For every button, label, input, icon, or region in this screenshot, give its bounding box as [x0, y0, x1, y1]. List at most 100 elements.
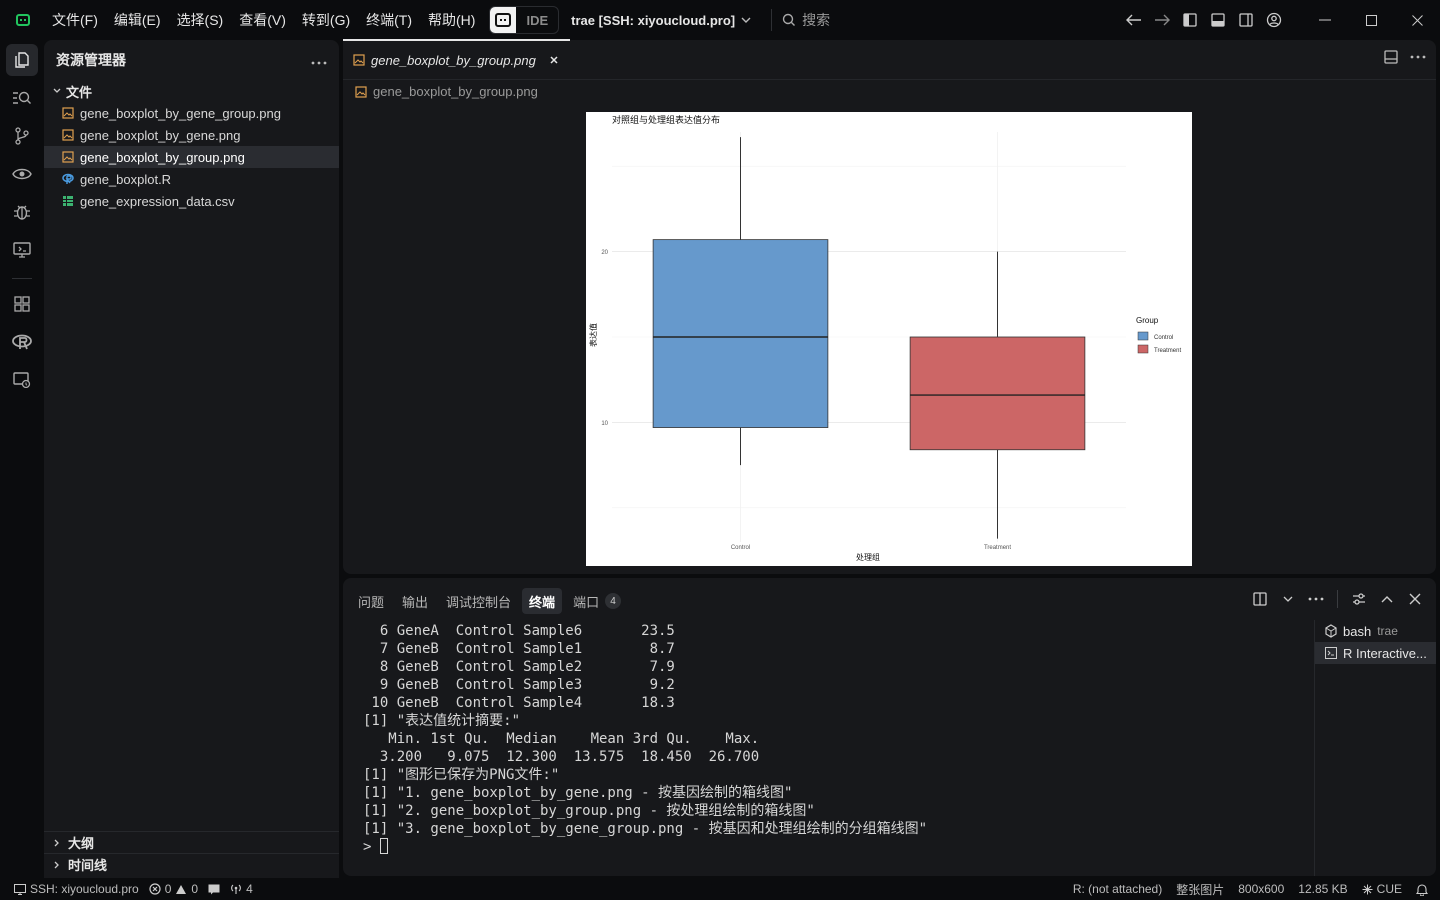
back-arrow-icon[interactable]	[1120, 6, 1148, 34]
file-name: gene_boxplot.R	[80, 171, 172, 187]
title-actions	[1120, 0, 1440, 40]
panel-tabs: 问题 输出 调试控制台 终端 端口 4	[351, 588, 628, 614]
ide-mode-toggle[interactable]: IDE	[489, 6, 560, 34]
terminal-line: 3.200 9.075 12.300 13.575 18.450 26.700	[363, 749, 760, 765]
close-panel-icon[interactable]	[1404, 588, 1426, 610]
close-window-icon[interactable]	[1394, 0, 1440, 40]
tab-image-preview[interactable]: gene_boxplot_by_group.png	[343, 39, 570, 79]
image-view-mode[interactable]: 整张图片	[1176, 881, 1224, 898]
timeline-section[interactable]: 时间线	[44, 853, 339, 875]
file-item[interactable]: gene_expression_data.csv	[44, 190, 339, 212]
terminal-instance-bash[interactable]: bash trae	[1315, 620, 1436, 642]
toggle-panel-icon[interactable]	[1204, 6, 1232, 34]
ports-indicator[interactable]: 4	[230, 882, 253, 896]
r-file-icon	[62, 173, 74, 184]
terminal-icon	[1325, 647, 1337, 659]
file-item[interactable]: gene_boxplot.R	[44, 168, 339, 190]
tab-problems[interactable]: 问题	[351, 588, 391, 614]
tab-ports[interactable]: 端口 4	[566, 588, 628, 614]
legend-label: Control	[1154, 335, 1173, 341]
image-file-icon	[355, 85, 367, 98]
chevron-down-icon[interactable]	[1277, 588, 1299, 610]
notifications-bell-icon[interactable]	[1416, 883, 1428, 896]
breadcrumb-file: gene_boxplot_by_group.png	[373, 84, 538, 99]
terminal-sub: trae	[1377, 624, 1398, 638]
window-title[interactable]: trae [SSH: xiyoucloud.pro]	[571, 13, 735, 28]
menu-view[interactable]: 查看(V)	[231, 0, 294, 40]
file-item-selected[interactable]: gene_boxplot_by_group.png	[44, 146, 339, 168]
cue-label: CUE	[1376, 882, 1402, 896]
editor-area: gene_boxplot_by_group.png gene_boxplot_b…	[343, 39, 1436, 574]
breadcrumb[interactable]: gene_boxplot_by_group.png	[355, 84, 538, 99]
toggle-secondary-sidebar-icon[interactable]	[1232, 6, 1260, 34]
warning-icon	[176, 884, 187, 894]
search-label[interactable]: 搜索	[802, 10, 830, 30]
outline-section[interactable]: 大纲	[44, 831, 339, 853]
split-terminal-icon[interactable]	[1249, 588, 1271, 610]
y-tick-label: 20	[601, 250, 608, 256]
menu-file[interactable]: 文件(F)	[44, 0, 106, 40]
broadcast-icon	[231, 884, 241, 894]
legend-swatch	[1137, 331, 1149, 341]
extensions-icon[interactable]	[6, 288, 38, 320]
more-actions-icon[interactable]	[311, 53, 327, 68]
file-item[interactable]: gene_boxplot_by_gene.png	[44, 124, 339, 146]
csv-file-icon	[63, 196, 73, 206]
terminal-prompt-line[interactable]: >	[363, 838, 1303, 856]
ports-status-count: 4	[246, 882, 253, 896]
x-axis-label: 处理组	[856, 552, 880, 562]
error-count: 0	[164, 882, 172, 896]
remote-explorer-icon[interactable]	[6, 158, 38, 190]
tab-debug-console[interactable]: 调试控制台	[439, 588, 518, 614]
maximize-panel-icon[interactable]	[1376, 588, 1398, 610]
debug-icon[interactable]	[6, 196, 38, 228]
account-icon[interactable]	[1260, 6, 1288, 34]
maximize-window-icon[interactable]	[1348, 0, 1394, 40]
close-tab-icon[interactable]	[548, 54, 560, 66]
remote-indicator[interactable]: SSH: xiyoucloud.pro	[14, 882, 139, 896]
minimize-window-icon[interactable]	[1302, 0, 1348, 40]
split-editor-icon[interactable]	[1384, 50, 1398, 67]
y-axis-label: 表达值	[588, 323, 598, 347]
settings-sliders-icon[interactable]	[1348, 588, 1370, 610]
menu-terminal[interactable]: 终端(T)	[358, 0, 420, 40]
terminal-line: 8 GeneB Control Sample2 7.9	[363, 659, 675, 675]
menu-go[interactable]: 转到(G)	[294, 0, 358, 40]
ports-label: 端口	[573, 594, 600, 610]
box-control	[652, 239, 829, 428]
cue-icon	[1362, 884, 1373, 894]
problems-indicator[interactable]: 0 0	[149, 882, 198, 896]
remote-monitor-icon[interactable]	[6, 234, 38, 266]
menu-help[interactable]: 帮助(H)	[420, 0, 483, 40]
file-item[interactable]: gene_boxplot_by_gene_group.png	[44, 102, 339, 124]
more-actions-icon[interactable]	[1410, 50, 1426, 67]
r-language-icon[interactable]	[6, 326, 38, 358]
remote-window-icon[interactable]	[6, 364, 38, 396]
trae-logo-icon[interactable]	[12, 12, 34, 28]
tab-terminal[interactable]: 终端	[522, 588, 563, 614]
explorer-icon[interactable]	[6, 44, 38, 76]
image-file-icon	[62, 151, 74, 163]
more-actions-icon[interactable]	[1305, 588, 1327, 610]
terminal-output[interactable]: 6 GeneA Control Sample6 23.5 7 GeneB Con…	[363, 622, 1303, 856]
search-files-icon[interactable]	[6, 82, 38, 114]
menu-edit[interactable]: 编辑(E)	[106, 0, 169, 40]
ide-mode-label[interactable]: IDE	[516, 13, 558, 28]
chevron-down-icon[interactable]	[741, 17, 751, 23]
terminal-name: bash	[1343, 623, 1372, 639]
command-search[interactable]: 搜索	[782, 10, 830, 30]
chat-indicator[interactable]	[208, 884, 220, 895]
file-name: gene_boxplot_by_gene_group.png	[80, 105, 281, 121]
ports-count-badge: 4	[605, 593, 622, 609]
tab-output[interactable]: 输出	[395, 588, 435, 614]
toggle-sidebar-icon[interactable]	[1176, 6, 1204, 34]
r-session-status[interactable]: R: (not attached)	[1073, 882, 1162, 896]
terminal-instance-r[interactable]: R Interactive...	[1315, 642, 1436, 664]
folder-root[interactable]: 文件	[44, 80, 339, 102]
forward-arrow-icon[interactable]	[1148, 6, 1176, 34]
menu-selection[interactable]: 选择(S)	[169, 0, 232, 40]
image-dimensions: 800x600	[1238, 882, 1285, 896]
source-control-icon[interactable]	[6, 120, 38, 152]
solo-mode-icon[interactable]	[490, 7, 517, 33]
cue-indicator[interactable]: CUE	[1362, 882, 1402, 896]
